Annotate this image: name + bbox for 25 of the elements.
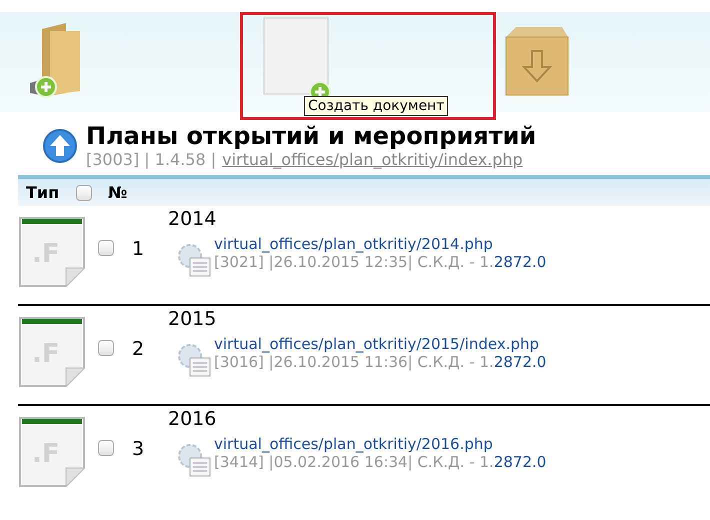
- version-number: 2872.0: [494, 253, 546, 271]
- file-link[interactable]: virtual_offices/plan_otkritiy/2014.php: [214, 235, 493, 253]
- page-title: Планы открытий и мероприятий: [86, 122, 536, 150]
- item-title: 2016: [168, 408, 218, 430]
- file-link[interactable]: virtual_offices/plan_otkritiy/2016.php: [214, 435, 493, 453]
- page-path-link[interactable]: virtual_offices/plan_otkritiy/index.php: [222, 150, 523, 169]
- item-title: 2015: [168, 308, 218, 330]
- row-checkbox[interactable]: [98, 340, 114, 356]
- page-info: [3003] | 1.4.58 |: [86, 150, 216, 169]
- column-header: №: [108, 183, 128, 202]
- file-meta: [3016] |26.10.2015 11:36| С.К.Д. - 1.: [214, 353, 494, 371]
- row-checkbox[interactable]: [98, 240, 114, 256]
- file-meta: [3414] |05.02.2016 16:34| С.К.Д. - 1.: [214, 453, 494, 471]
- tooltip: Создать документ: [304, 96, 448, 116]
- row-number: 2: [132, 338, 146, 360]
- column-header: Тип: [25, 183, 60, 202]
- file-meta: [3021] |26.10.2015 12:35| С.К.Д. - 1.: [214, 253, 494, 271]
- file-link[interactable]: virtual_offices/plan_otkritiy/2015/index.php: [214, 335, 540, 353]
- row-checkbox[interactable]: [98, 440, 114, 456]
- version-number: 2872.0: [494, 453, 546, 471]
- item-title: 2014: [168, 208, 218, 230]
- version-number: 2872.0: [494, 353, 546, 371]
- row-number: 3: [132, 438, 146, 460]
- row-number: 1: [132, 238, 146, 260]
- select-all-checkbox[interactable]: [76, 184, 92, 200]
